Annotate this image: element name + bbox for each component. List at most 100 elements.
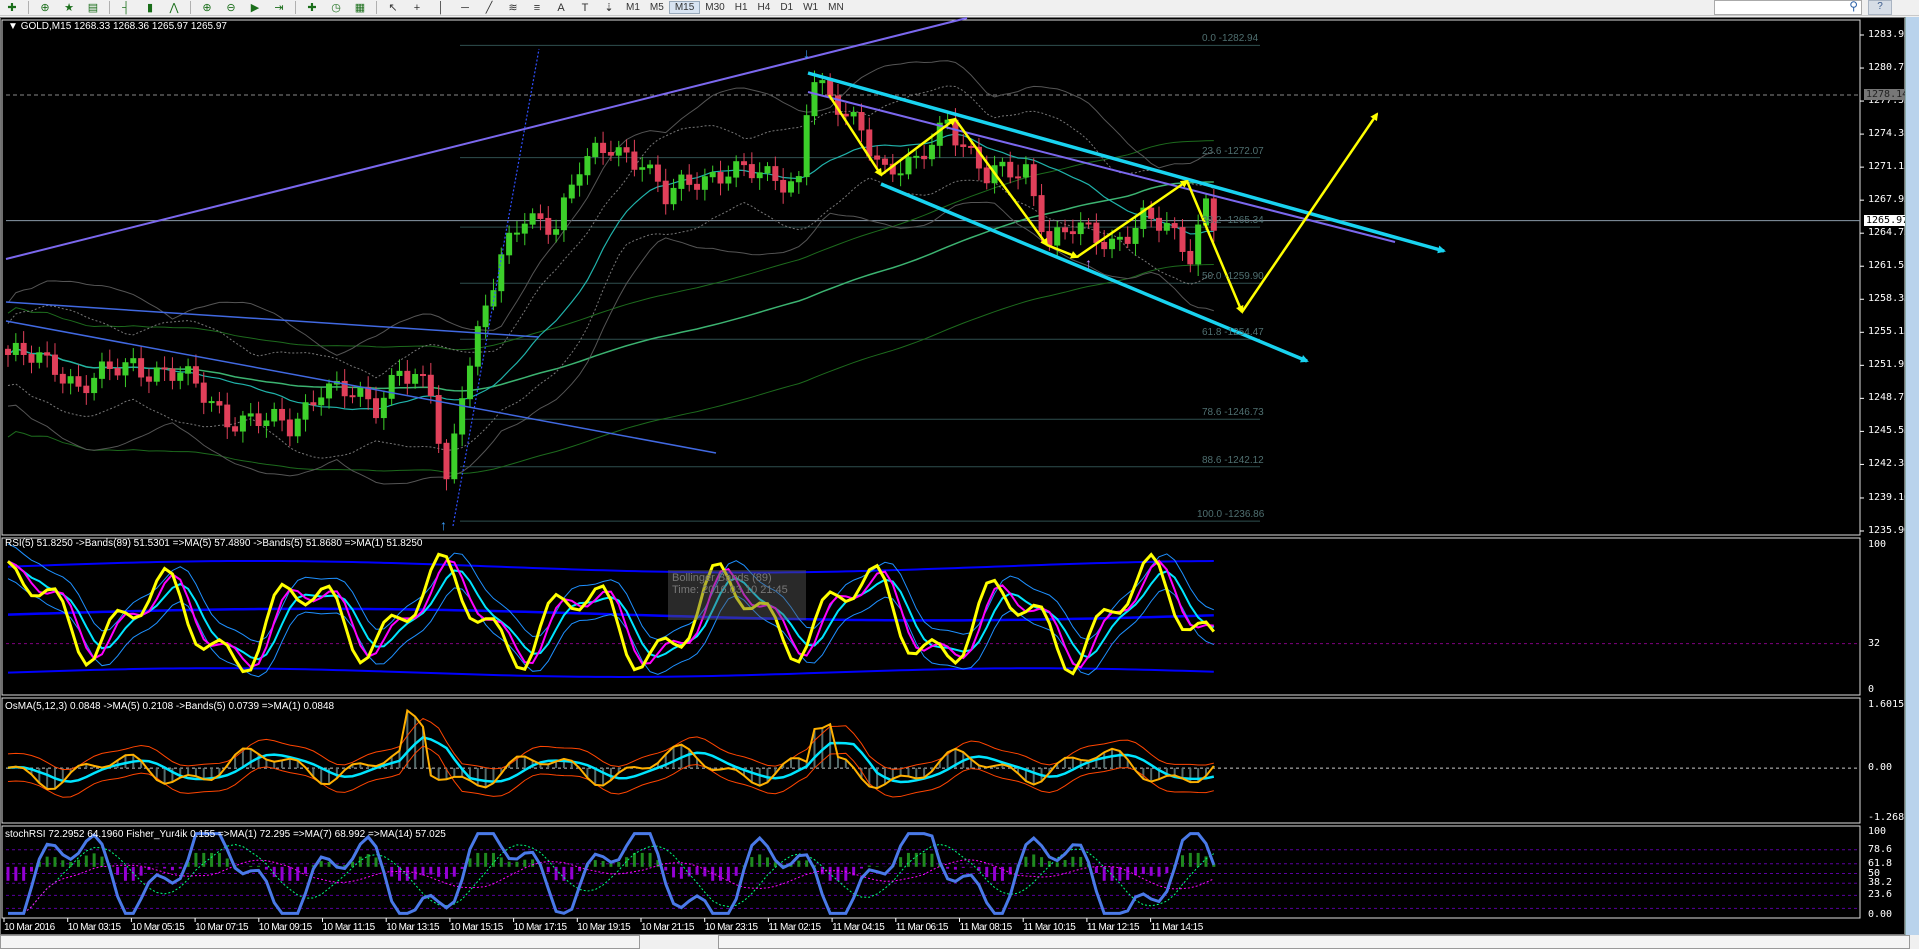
chart-canvas[interactable]: ↓ ↑ ↑ xyxy=(0,0,1905,935)
candle xyxy=(59,367,66,394)
candle xyxy=(803,104,810,186)
candle xyxy=(357,381,364,407)
candle xyxy=(153,361,160,386)
candle-body xyxy=(928,144,935,160)
candle-body xyxy=(232,426,239,432)
time-axis-label: 10 Mar 19:15 xyxy=(577,922,631,933)
candle-body xyxy=(1187,250,1194,265)
candle xyxy=(263,412,270,438)
candle xyxy=(811,70,818,125)
candle-body xyxy=(607,151,614,156)
candle xyxy=(498,247,505,303)
candle xyxy=(1140,200,1147,238)
candle-body xyxy=(960,144,967,147)
current-price-tag: 1265.97 xyxy=(1864,214,1911,226)
collapse-icon[interactable]: ▼ xyxy=(8,21,18,32)
candle xyxy=(106,349,113,381)
candle xyxy=(1124,226,1131,248)
candle xyxy=(576,162,583,197)
candle-body xyxy=(427,374,434,397)
candle-body xyxy=(1022,164,1029,178)
candle-body xyxy=(850,112,857,117)
candle-body xyxy=(615,147,622,156)
candle-body xyxy=(396,370,403,376)
candle xyxy=(466,357,473,408)
candle xyxy=(412,368,419,389)
price-axis-label: 1235.90 xyxy=(1868,525,1911,536)
tooltip-time: Time: 2016.03.10 21:45 xyxy=(672,584,788,596)
candle xyxy=(388,368,395,406)
trendline xyxy=(5,301,540,338)
candle-body xyxy=(513,232,520,235)
trendline xyxy=(5,17,968,260)
candle-body xyxy=(153,367,160,382)
fib-level-label: 61.8 -1254.47 xyxy=(1202,327,1264,339)
trendline xyxy=(5,320,717,454)
candle xyxy=(271,402,278,427)
stoch-axis-label: 23.6 xyxy=(1868,889,1893,901)
candle-body xyxy=(560,197,567,231)
candle-body xyxy=(733,161,740,178)
candle-body xyxy=(1038,195,1045,233)
candle xyxy=(788,172,794,197)
time-axis-label: 10 Mar 2016 xyxy=(4,922,55,933)
time-axis-label: 10 Mar 11:15 xyxy=(322,922,376,933)
candle xyxy=(435,385,442,454)
candle xyxy=(1069,219,1076,244)
candle xyxy=(999,157,1006,177)
candle xyxy=(232,417,239,437)
candle xyxy=(443,439,450,491)
candle-body xyxy=(145,376,152,382)
candle xyxy=(529,208,536,229)
fib-level-label: 0.0 -1282.94 xyxy=(1202,33,1259,45)
candle xyxy=(36,346,43,369)
time-axis-label: 10 Mar 21:15 xyxy=(641,922,694,933)
vertical-scrollbar[interactable] xyxy=(1905,17,1919,935)
candle xyxy=(380,390,387,430)
candle-body xyxy=(529,213,536,225)
candle-body xyxy=(1109,238,1116,250)
candle-body xyxy=(1085,222,1092,225)
candle-body xyxy=(709,172,716,178)
candle-body xyxy=(623,147,630,153)
fib-level-label: 78.6 -1246.73 xyxy=(1202,407,1264,419)
candle xyxy=(1156,206,1163,243)
stoch-axis-label: 100 xyxy=(1868,826,1887,837)
candle xyxy=(279,397,286,432)
rsi-axis-label: 100 xyxy=(1868,539,1887,550)
fib-level-label: 100.0 -1236.86 xyxy=(1197,509,1265,521)
candle-body xyxy=(568,184,575,199)
candle xyxy=(333,371,340,391)
candle-body xyxy=(83,385,90,394)
candle xyxy=(678,169,685,201)
candle xyxy=(717,160,724,196)
band-line xyxy=(7,60,1214,356)
candle xyxy=(741,153,748,177)
down-fractal-icon: ↓ xyxy=(803,45,810,61)
candle xyxy=(1195,214,1202,276)
candle-body xyxy=(263,420,270,427)
candle-body xyxy=(772,166,779,181)
candle-body xyxy=(208,401,215,404)
candle xyxy=(631,139,638,177)
candle-body xyxy=(36,352,43,363)
candle-body xyxy=(44,352,51,356)
stoch-axis-label: 38.2 xyxy=(1868,877,1893,889)
time-axis-label: 10 Mar 05:15 xyxy=(131,922,185,933)
candle xyxy=(686,164,693,192)
candle-body xyxy=(106,361,113,369)
candle-body xyxy=(114,367,121,376)
candle-body xyxy=(874,155,881,160)
candle-body xyxy=(670,187,677,205)
price-axis-label: 1264.75 xyxy=(1868,227,1911,239)
candle-body xyxy=(756,172,763,179)
candle-body xyxy=(881,158,888,165)
candle-body xyxy=(349,395,356,398)
candle xyxy=(725,165,732,191)
candle-body xyxy=(388,374,395,399)
candle-body xyxy=(138,358,145,378)
candle-body xyxy=(373,398,380,419)
candle-body xyxy=(788,181,794,193)
candle xyxy=(224,392,231,439)
candle xyxy=(960,133,967,158)
